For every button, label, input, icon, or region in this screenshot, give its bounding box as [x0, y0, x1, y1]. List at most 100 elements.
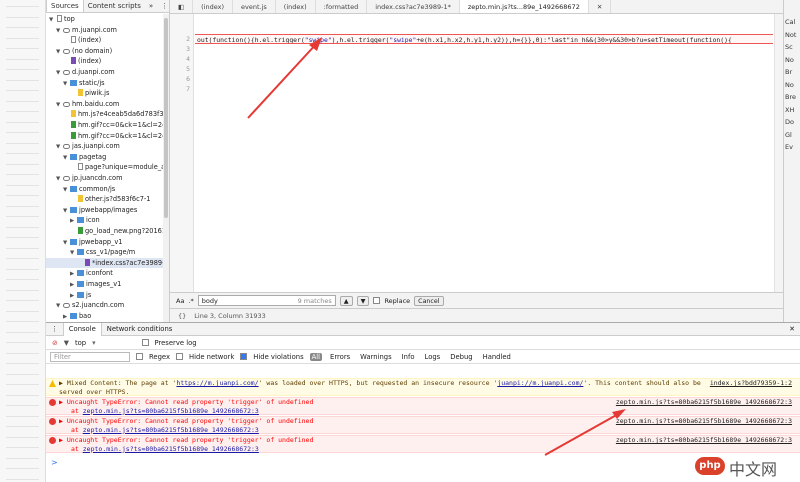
clear-console-icon[interactable]: ⊘ — [52, 339, 58, 347]
tree-item[interactable]: ▶ bao — [46, 311, 163, 322]
tree-item[interactable]: other.js?d583f6c7-1 — [46, 194, 163, 205]
debugger-section[interactable]: Do — [785, 118, 794, 126]
doc-icon — [57, 15, 62, 22]
close-tab-icon[interactable]: ✕ — [589, 0, 612, 13]
tree-item[interactable]: ▼ jp.juancdn.com — [46, 173, 163, 184]
level-all[interactable]: All — [309, 352, 323, 361]
find-prev-button[interactable]: ▲ — [339, 295, 353, 306]
tree-item[interactable]: ▼ pagetag — [46, 152, 163, 163]
tree-item[interactable]: ▶ icon — [46, 215, 163, 226]
chevron-down-icon[interactable]: ▾ — [92, 339, 95, 347]
debugger-section[interactable]: Gl — [785, 131, 792, 139]
tab-sources[interactable]: Sources — [46, 0, 84, 12]
tree-item[interactable]: (index) — [46, 56, 163, 67]
tree-item[interactable]: *index.css?ac7e3989-1 — [46, 257, 163, 269]
tab-network-conditions[interactable]: Network conditions — [102, 323, 178, 336]
tree-item[interactable]: hm.js?e4ceab5da6d783f3d6 — [46, 109, 163, 120]
editor-tab[interactable]: index.css?ac7e3989-1* — [367, 0, 460, 13]
tree-item[interactable]: ▶ images_v1 — [46, 279, 163, 290]
debugger-section[interactable]: Ev — [785, 143, 793, 151]
tab-content-scripts[interactable]: Content scripts — [84, 0, 145, 12]
sidebar-menu-icon[interactable]: ⋮ — [157, 0, 169, 12]
message-source-link[interactable]: zepto.min.js?ts=80ba6215f5b1689e_1492668… — [616, 398, 792, 407]
tree-item[interactable]: page?unique=module_ads — [46, 162, 163, 173]
tab-console[interactable]: Console — [62, 322, 102, 336]
hide-violations-checkbox[interactable] — [240, 353, 248, 360]
tree-item[interactable]: ▼ jpwebapp_v1 — [46, 237, 163, 248]
hide-network-checkbox[interactable] — [176, 353, 183, 360]
debugger-section[interactable]: No — [785, 56, 794, 64]
tree-item[interactable]: ▼ d.juanpi.com — [46, 67, 163, 78]
editor-tab[interactable]: zepto.min.js?ts...89e_1492668672 — [459, 0, 589, 13]
editor-tab[interactable]: (index) — [276, 0, 316, 13]
tree-item[interactable]: ▼ jas.juanpi.com — [46, 141, 163, 152]
warning-link[interactable]: juanpi://m.juanpi.com/ — [497, 379, 583, 387]
find-bar: Aa .* body 9 matches ▲ ▼ Replace Cancel — [170, 292, 783, 308]
level-debug[interactable]: Debug — [448, 353, 474, 361]
level-errors[interactable]: Errors — [328, 353, 352, 361]
toggle-navigator-icon[interactable]: ◧ — [170, 0, 194, 13]
pretty-print-icon[interactable]: {} — [178, 312, 186, 320]
scrollbar-thumb[interactable] — [164, 18, 168, 218]
debugger-section[interactable]: XH — [785, 106, 794, 114]
debugger-section[interactable]: No — [785, 81, 794, 89]
level-warnings[interactable]: Warnings — [358, 353, 394, 361]
level-handled[interactable]: Handled — [481, 353, 513, 361]
tree-item[interactable]: hm.gif?cc=0&ck=1&cl=24-b — [46, 131, 163, 142]
tree-item[interactable]: ▼ jpwebapp/images — [46, 205, 163, 216]
js-icon — [78, 195, 83, 203]
tree-item[interactable]: ▼ common/js — [46, 184, 163, 195]
warning-link[interactable]: https://m.juanpi.com/ — [176, 379, 258, 387]
more-tabs-icon[interactable]: » — [145, 0, 157, 12]
console-prompt[interactable]: > — [51, 458, 58, 467]
regex-checkbox[interactable] — [136, 353, 143, 360]
close-drawer-icon[interactable]: ✕ — [784, 323, 800, 336]
cancel-button[interactable]: Cancel — [414, 295, 444, 306]
tree-item[interactable]: piwik.js — [46, 88, 163, 99]
replace-checkbox[interactable] — [373, 297, 381, 304]
level-logs[interactable]: Logs — [423, 353, 443, 361]
tree-item[interactable]: ▼ m.juanpi.com — [46, 25, 163, 36]
debugger-section[interactable]: Br — [785, 68, 792, 76]
regex-toggle[interactable]: .* — [188, 297, 193, 305]
drawer-menu-icon[interactable]: ⋮ — [46, 323, 63, 336]
message-source-link[interactable]: zepto.min.js?ts=80ba6215f5b1689e_1492668… — [616, 436, 792, 445]
code-line-error[interactable]: out(function(){h.el.trigger("swipe"),h.e… — [195, 34, 773, 44]
editor-tab[interactable]: (index) — [193, 0, 234, 13]
tree-item[interactable]: ▼ top — [46, 14, 163, 25]
message-source-link[interactable]: index.js?bdd79359-1:2 — [710, 379, 792, 388]
message-source-link[interactable]: zepto.min.js?ts=80ba6215f5b1689e_1492668… — [616, 417, 792, 426]
tree-item[interactable]: ▶ iconfont — [46, 268, 163, 279]
debugger-section[interactable]: Not — [785, 31, 796, 39]
tree-item[interactable]: hm.gif?cc=0&ck=1&cl=24-b — [46, 120, 163, 131]
stack-link[interactable]: zepto.min.js?ts=80ba6215f5b1689e_1492668… — [83, 445, 259, 453]
context-select[interactable]: top — [75, 339, 86, 347]
sidebar-scrollbar[interactable] — [163, 14, 169, 322]
debugger-section[interactable]: Bre — [785, 93, 796, 101]
filter-icon[interactable]: ▼ — [64, 339, 69, 347]
tree-item[interactable]: go_load_new.png?201611 — [46, 226, 163, 237]
find-next-button[interactable]: ▼ — [356, 295, 370, 306]
tree-item[interactable]: ▼ static/js — [46, 78, 163, 89]
ruler-tick — [6, 142, 39, 144]
debugger-section[interactable]: Sc — [785, 43, 793, 51]
editor-tab[interactable]: event.js — [233, 0, 276, 13]
filter-input[interactable]: Filter — [50, 351, 130, 362]
debugger-section[interactable]: Cal — [785, 18, 795, 26]
tree-item[interactable]: ▼ hm.baidu.com — [46, 99, 163, 110]
editor-tab[interactable]: :formatted — [316, 0, 368, 13]
stack-link[interactable]: zepto.min.js?ts=80ba6215f5b1689e_1492668… — [83, 426, 259, 434]
stack-link[interactable]: zepto.min.js?ts=80ba6215f5b1689e_1492668… — [83, 407, 259, 415]
tree-item[interactable]: ▶ js — [46, 290, 163, 301]
tree-item[interactable]: ▼ css_v1/page/m — [46, 247, 163, 258]
editor-scrollbar[interactable] — [774, 14, 783, 292]
code-area[interactable]: out(function(){h.el.trigger("swipe"),h.e… — [195, 14, 773, 292]
ruler-tick — [6, 6, 39, 7]
find-input[interactable]: body 9 matches — [197, 295, 336, 306]
tree-item[interactable]: (index) — [46, 35, 163, 46]
level-info[interactable]: Info — [400, 353, 417, 361]
tree-item[interactable]: ▼ (no domain) — [46, 46, 163, 57]
preserve-log-checkbox[interactable] — [141, 339, 149, 346]
tree-item[interactable]: ▼ s2.juancdn.com — [46, 300, 163, 311]
match-case-toggle[interactable]: Aa — [176, 297, 184, 305]
